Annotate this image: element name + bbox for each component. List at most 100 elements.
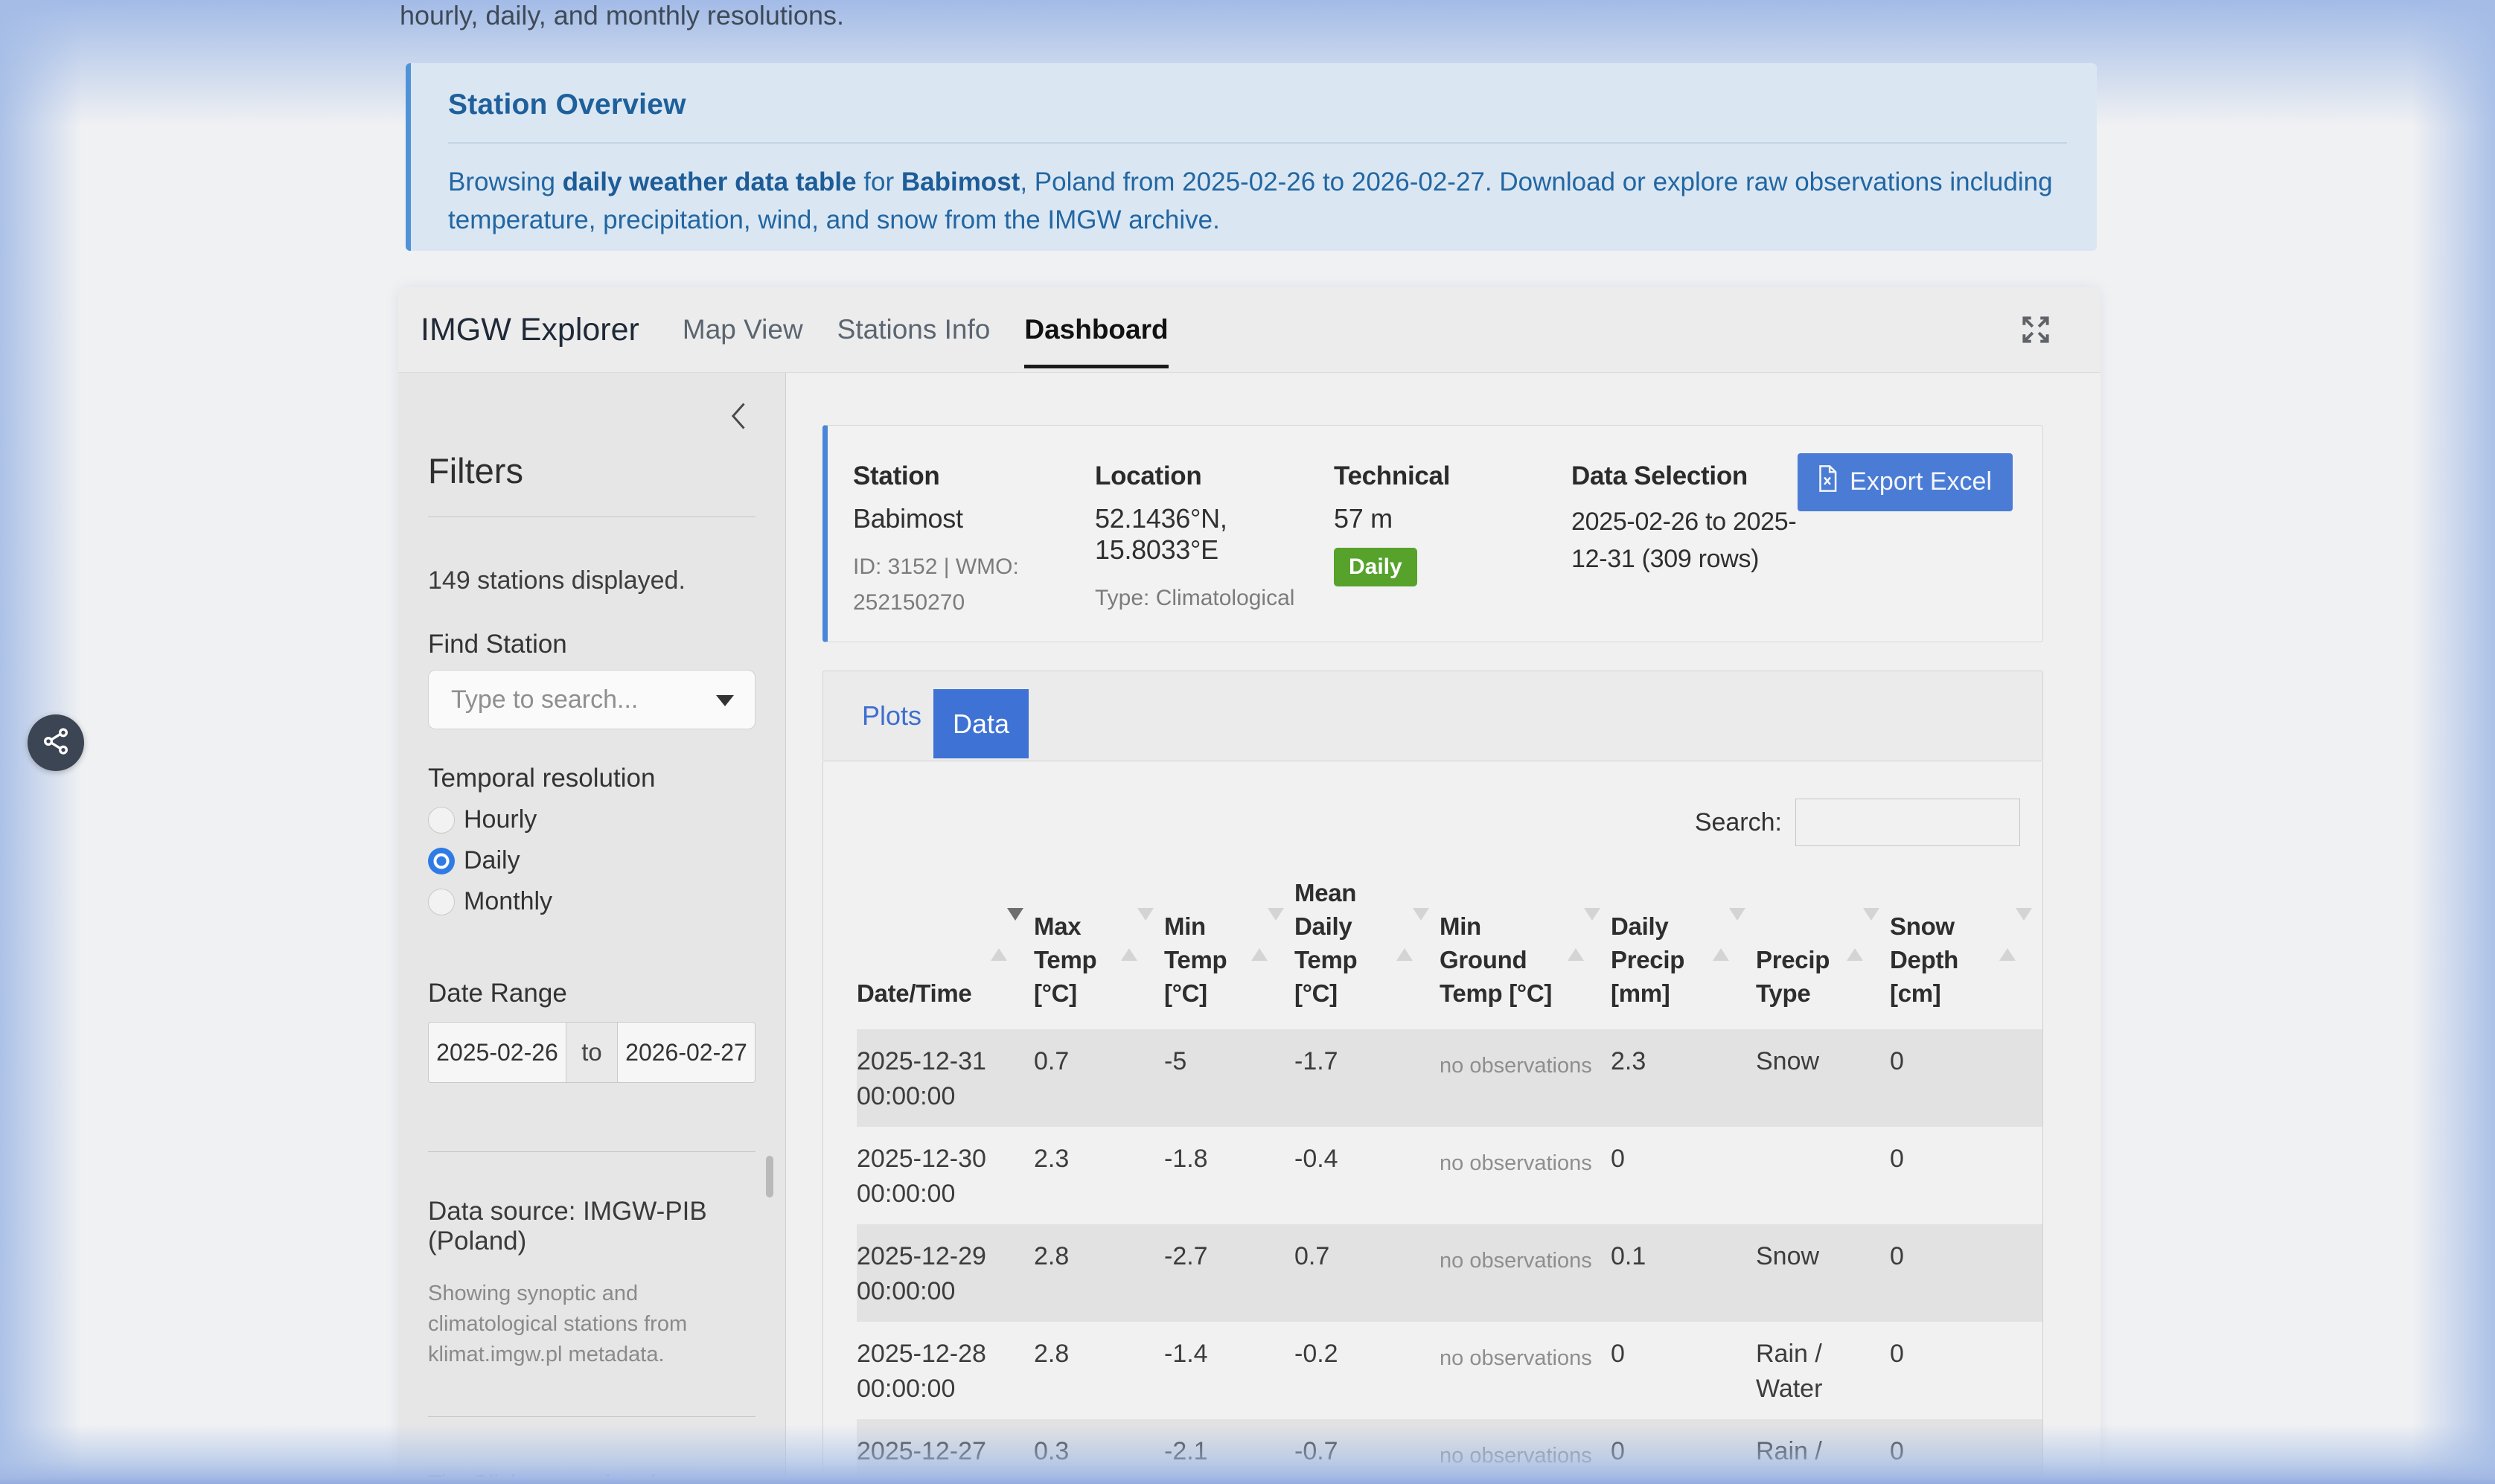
- technical-column: Technical 57 m Daily: [1334, 461, 1571, 621]
- cell-snow-depth: 0: [1890, 1029, 2042, 1127]
- station-name: Babimost: [853, 503, 1095, 534]
- column-header-min-temp[interactable]: Min Temp [°C]: [1164, 849, 1294, 1029]
- table-search-input[interactable]: [1795, 799, 2020, 846]
- find-station-placeholder: Type to search...: [451, 685, 638, 714]
- cell-mean-temp: -0.7: [1294, 1419, 1440, 1484]
- column-header-precip-type[interactable]: Precip Type: [1756, 849, 1890, 1029]
- cell-max-temp: 2.3: [1034, 1127, 1164, 1224]
- data-selection-range: 2025-02-26 to 2025-12-31 (309 rows): [1571, 503, 1817, 578]
- table-body: 2025-12-31 00:00:00 0.7 -5 -1.7 no obser…: [857, 1029, 2042, 1484]
- station-overview-callout: Station Overview Browsing daily weather …: [406, 63, 2097, 251]
- excel-file-icon: [1815, 464, 1839, 499]
- radio-monthly-icon[interactable]: [428, 889, 455, 915]
- cell-datetime: 2025-12-30 00:00:00: [857, 1127, 1034, 1224]
- technical-label: Technical: [1334, 461, 1571, 491]
- cell-min-temp: -1.8: [1164, 1127, 1294, 1224]
- radio-hourly-icon[interactable]: [428, 807, 455, 834]
- cell-precip-type: [1756, 1127, 1890, 1224]
- table-row[interactable]: 2025-12-30 00:00:00 2.3 -1.8 -0.4 no obs…: [857, 1127, 2042, 1224]
- filters-title: Filters: [428, 450, 755, 491]
- cell-max-temp: 0.7: [1034, 1029, 1164, 1127]
- nav-tab-map-view[interactable]: Map View: [683, 287, 803, 373]
- radio-monthly-label: Monthly: [464, 887, 552, 916]
- app-navbar: IMGW Explorer Map View Stations Info Das…: [398, 287, 2101, 373]
- column-label: Mean Daily Temp [°C]: [1294, 879, 1357, 1007]
- sort-icon[interactable]: [1999, 918, 2032, 951]
- cell-mean-temp: -0.2: [1294, 1322, 1440, 1419]
- table-search-row: Search:: [857, 761, 2042, 846]
- cell-mean-temp: -1.7: [1294, 1029, 1440, 1127]
- find-station-select[interactable]: Type to search...: [428, 670, 755, 729]
- column-header-snow-depth[interactable]: Snow Depth [cm]: [1890, 849, 2042, 1029]
- column-label: Daily Precip [mm]: [1611, 912, 1684, 1007]
- cell-max-temp: 2.8: [1034, 1322, 1164, 1419]
- callout-divider: [448, 142, 2067, 144]
- sort-icon[interactable]: [1847, 918, 1879, 951]
- share-button[interactable]: [28, 714, 84, 771]
- sidebar-divider-2: [428, 1151, 755, 1152]
- radio-option-hourly[interactable]: Hourly: [428, 805, 755, 834]
- sort-icon-descending[interactable]: [991, 918, 1023, 951]
- location-column: Location 52.1436°N, 15.8033°E Type: Clim…: [1095, 461, 1334, 621]
- imgw-explorer-app: IMGW Explorer Map View Stations Info Das…: [398, 287, 2101, 1484]
- column-header-min-ground-temp[interactable]: Min Ground Temp [°C]: [1440, 849, 1611, 1029]
- tab-plots[interactable]: Plots: [862, 700, 921, 732]
- table-row[interactable]: 2025-12-31 00:00:00 0.7 -5 -1.7 no obser…: [857, 1029, 2042, 1127]
- export-excel-label: Export Excel: [1850, 467, 1992, 496]
- column-header-mean-daily-temp[interactable]: Mean Daily Temp [°C]: [1294, 849, 1440, 1029]
- sort-icon[interactable]: [1251, 918, 1284, 951]
- export-excel-button[interactable]: Export Excel: [1798, 453, 2013, 511]
- cell-min-ground-temp: no observations: [1440, 1224, 1611, 1322]
- sort-icon[interactable]: [1568, 918, 1600, 951]
- sort-icon[interactable]: [1121, 918, 1154, 951]
- radio-daily-icon[interactable]: [428, 848, 455, 874]
- column-header-daily-precip[interactable]: Daily Precip [mm]: [1611, 849, 1756, 1029]
- sidebar-collapse-button[interactable]: [726, 400, 754, 432]
- cell-datetime: 2025-12-31 00:00:00: [857, 1029, 1034, 1127]
- overview-text-mid: for: [857, 167, 901, 196]
- nav-tab-dashboard[interactable]: Dashboard: [1024, 287, 1168, 373]
- sidebar-divider-1: [428, 516, 755, 517]
- cell-datetime: 2025-12-28 00:00:00: [857, 1322, 1034, 1419]
- column-header-max-temp[interactable]: Max Temp [°C]: [1034, 849, 1164, 1029]
- data-table-card: Search: Date/Time Max Temp [°C: [822, 761, 2043, 1484]
- app-brand: IMGW Explorer: [421, 312, 639, 348]
- overview-text-prefix: Browsing: [448, 167, 563, 196]
- sidebar-scrollbar-thumb[interactable]: [766, 1156, 773, 1197]
- column-label: Snow Depth [cm]: [1890, 912, 1958, 1007]
- dashboard-panel: Station Babimost ID: 3152 | WMO: 2521502…: [786, 373, 2101, 1484]
- cell-min-ground-temp: no observations: [1440, 1127, 1611, 1224]
- date-to-input[interactable]: 2026-02-27: [618, 1023, 755, 1082]
- cell-daily-precip: 0: [1611, 1419, 1756, 1484]
- cell-min-temp: -2.7: [1164, 1224, 1294, 1322]
- sort-icon[interactable]: [1396, 918, 1429, 951]
- column-label: Max Temp [°C]: [1034, 912, 1096, 1007]
- cell-max-temp: 0.3: [1034, 1419, 1164, 1484]
- station-elevation: 57 m: [1334, 503, 1571, 534]
- fullscreen-button[interactable]: [2017, 311, 2054, 348]
- data-source-text: Data source: IMGW-PIB (Poland): [428, 1197, 755, 1256]
- date-from-input[interactable]: 2025-02-26: [429, 1023, 566, 1082]
- column-label: Date/Time: [857, 979, 971, 1007]
- radio-option-monthly[interactable]: Monthly: [428, 887, 755, 916]
- cell-snow-depth: 0: [1890, 1224, 2042, 1322]
- filters-sidebar: Filters 149 stations displayed. Find Sta…: [398, 373, 786, 1484]
- location-label: Location: [1095, 461, 1334, 491]
- station-ids: ID: 3152 | WMO: 252150270: [853, 549, 1061, 621]
- column-label: Precip Type: [1756, 946, 1830, 1007]
- cell-min-ground-temp: no observations: [1440, 1029, 1611, 1127]
- cell-mean-temp: 0.7: [1294, 1224, 1440, 1322]
- table-row[interactable]: 2025-12-28 00:00:00 2.8 -1.4 -0.2 no obs…: [857, 1322, 2042, 1419]
- table-row[interactable]: 2025-12-29 00:00:00 2.8 -2.7 0.7 no obse…: [857, 1224, 2042, 1322]
- tab-data[interactable]: Data: [933, 689, 1029, 758]
- radio-option-daily[interactable]: Daily: [428, 846, 755, 875]
- column-header-datetime[interactable]: Date/Time: [857, 849, 1034, 1029]
- cell-daily-precip: 0: [1611, 1127, 1756, 1224]
- nav-tab-stations-info[interactable]: Stations Info: [837, 287, 991, 373]
- cell-daily-precip: 0: [1611, 1322, 1756, 1419]
- sort-icon[interactable]: [1713, 918, 1745, 951]
- cell-mean-temp: -0.4: [1294, 1127, 1440, 1224]
- app-body: Filters 149 stations displayed. Find Sta…: [398, 373, 2101, 1484]
- table-row[interactable]: 2025-12-27 00:00:00 0.3 -2.1 -0.7 no obs…: [857, 1419, 2042, 1484]
- temporal-resolution-label: Temporal resolution: [428, 764, 755, 793]
